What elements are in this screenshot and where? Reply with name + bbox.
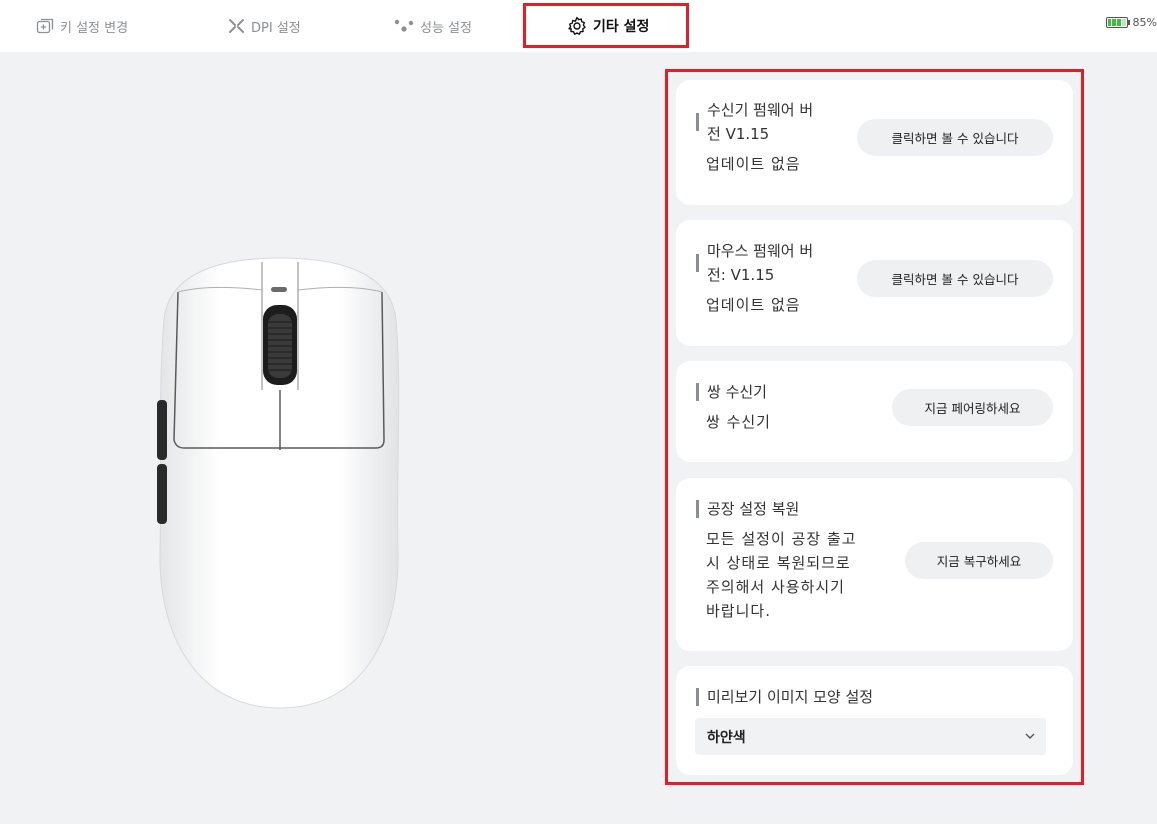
preview-style-card: 미리보기 이미지 모양 설정 하얀색: [676, 666, 1073, 775]
preview-style-title: 미리보기 이미지 모양 설정: [707, 688, 874, 706]
tab-performance[interactable]: 성능 설정: [394, 0, 472, 52]
receiver-firmware-card: 수신기 펌웨어 버 전 V1.15 업데이트 없음 클릭하면 볼 수 있습니다: [676, 80, 1073, 205]
dual-receiver-status: 쌍 수신기: [706, 413, 771, 431]
dual-receiver-card: 쌍 수신기 쌍 수신기 지금 페어링하세요: [676, 361, 1073, 462]
mouse-firmware-view-button[interactable]: 클릭하면 볼 수 있습니다: [857, 260, 1053, 297]
receiver-firmware-title-line2: 전 V1.15: [707, 125, 770, 143]
key-settings-icon: [36, 18, 54, 34]
tab-label: 성능 설정: [420, 20, 472, 36]
top-tab-bar: 키 설정 변경 DPI 설정 성능 설정 기타 설정 85%: [0, 0, 1157, 52]
preview-color-selected: 하얀색: [707, 729, 746, 746]
factory-reset-desc-line1: 모든 설정이 공장 출고: [706, 530, 857, 548]
mouse-firmware-card: 마우스 펌웨어 버 전: V1.15 업데이트 없음 클릭하면 볼 수 있습니다: [676, 220, 1073, 346]
mouse-firmware-title-line1: 마우스 펌웨어 버: [707, 242, 814, 260]
dual-receiver-title: 쌍 수신기: [707, 383, 767, 401]
factory-reset-desc-line2: 시 상태로 복원되므로: [706, 554, 851, 572]
receiver-firmware-view-button[interactable]: 클릭하면 볼 수 있습니다: [857, 119, 1053, 156]
preview-color-select[interactable]: 하얀색: [695, 718, 1046, 755]
battery-indicator: 85%: [1105, 9, 1157, 35]
tab-key-settings[interactable]: 키 설정 변경: [36, 0, 128, 52]
battery-icon: [1105, 16, 1128, 28]
performance-icon: [394, 19, 414, 33]
dpi-icon: [228, 18, 245, 34]
pair-now-button[interactable]: 지금 페어링하세요: [892, 389, 1053, 426]
factory-reset-card: 공장 설정 복원 모든 설정이 공장 출고 시 상태로 복원되므로 주의해서 사…: [676, 478, 1073, 651]
factory-reset-desc-line4: 바랍니다.: [706, 602, 771, 620]
receiver-firmware-status: 업데이트 없음: [706, 155, 801, 173]
restore-now-button[interactable]: 지금 복구하세요: [905, 542, 1053, 579]
tab-label: DPI 설정: [251, 20, 301, 36]
factory-reset-desc-line3: 주의해서 사용하시기: [706, 578, 845, 596]
receiver-firmware-title-line1: 수신기 펌웨어 버: [707, 101, 814, 119]
battery-level: 85%: [1132, 15, 1157, 29]
tab-dpi[interactable]: DPI 설정: [228, 0, 301, 52]
mouse-firmware-title-line2: 전: V1.15: [707, 266, 775, 284]
mouse-preview-image: [150, 250, 410, 720]
tab-label: 키 설정 변경: [60, 20, 129, 36]
active-tab-highlight: [523, 3, 689, 48]
mouse-firmware-status: 업데이트 없음: [706, 296, 801, 314]
chevron-down-icon: [1024, 730, 1036, 746]
factory-reset-title: 공장 설정 복원: [707, 500, 800, 518]
